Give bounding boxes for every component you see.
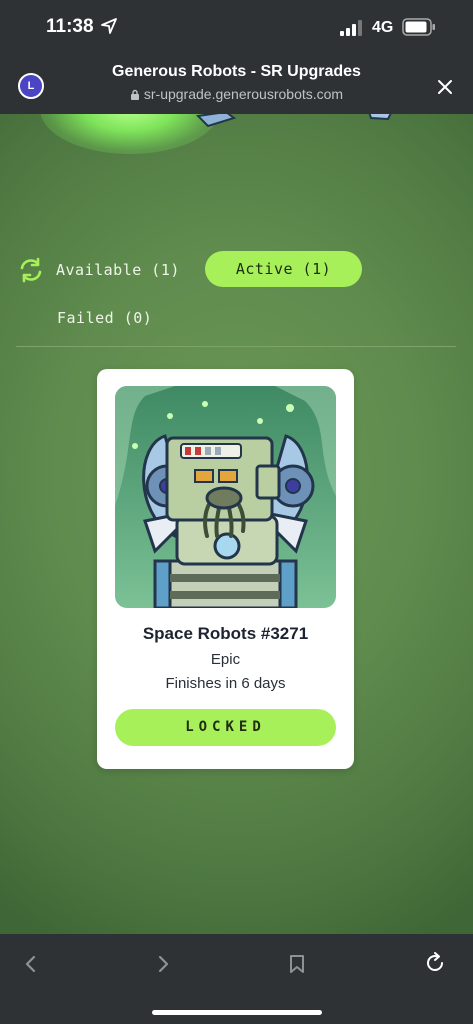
battery-icon [402,18,435,36]
location-arrow-icon [101,18,117,34]
browser-header: L Generous Robots - SR Upgrades sr-upgra… [0,54,473,114]
status-bar: 11:38 4G [0,0,473,54]
robot-decoration [196,114,236,128]
back-icon[interactable] [20,953,42,975]
tab-available[interactable]: Available (1) [56,252,200,288]
tab-failed[interactable]: Failed (0) [57,300,167,336]
nft-image [115,386,336,608]
card-eta: Finishes in 6 days [165,675,286,692]
page-title: Generous Robots - SR Upgrades [112,63,361,80]
upgrade-card[interactable]: Space Robots #3271 Epic Finishes in 6 da… [97,369,354,769]
signal-bars-icon [340,20,362,36]
home-indicator[interactable] [152,1010,322,1015]
filter-tabs: Available (1) Active (1) [16,250,456,290]
refresh-icon[interactable] [18,257,44,283]
close-icon[interactable] [436,78,454,96]
bookmark-icon[interactable] [286,953,308,975]
lock-icon [130,89,139,100]
url-display[interactable]: sr-upgrade.generousrobots.com [0,86,473,102]
tab-active[interactable]: Active (1) [205,251,362,287]
reload-icon[interactable] [424,952,446,974]
url-text: sr-upgrade.generousrobots.com [143,86,344,102]
locked-button[interactable]: LOCKED [115,709,336,746]
page-content: Available (1) Active (1) Failed (0) Spac… [0,114,473,934]
divider [16,346,456,347]
card-title: Space Robots #3271 [142,624,309,643]
status-time: 11:38 [46,16,94,37]
glow-decoration [40,114,220,154]
card-rarity: Epic [210,651,241,668]
network-type: 4G [372,19,394,36]
forward-icon[interactable] [152,953,174,975]
robot-illustration [115,386,336,608]
robot-decoration [368,114,392,120]
browser-toolbar [0,934,473,1024]
